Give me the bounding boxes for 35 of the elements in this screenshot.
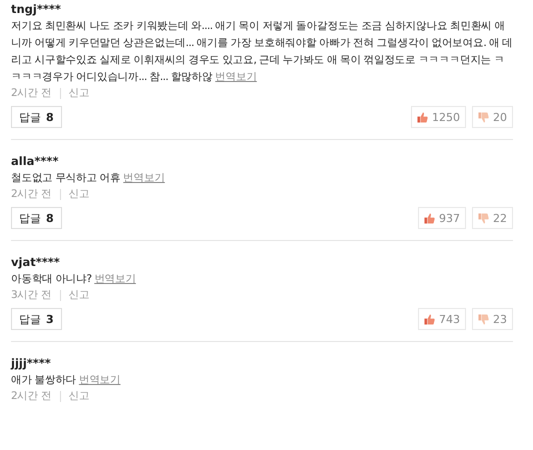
comment-text: 저기요 최민환씨 나도 조카 키워봤는데 와.... 애기 목이 저렇게 돌아갈정도는 조금 심하지않나요 최민환씨 애니까 어떻게 키우던말던 상관은없는데... 애기를 가장 보호해줘야할 아빠가 전혀 그럴생각이 없어보여요. 애 데리고 시구할수있죠 실제로 이휘재씨의 경우도 있고요, 근데 누가봐도 애 목이 꺾일정도로 ㅋㅋㅋㅋ던지는 ㅋㅋㅋㅋ경우가 어디있습니까... 참... 할많하않 번역보기 [11, 19, 513, 85]
username: alla**** [11, 154, 60, 168]
report-link[interactable]: 신고 [68, 389, 90, 403]
translate-link[interactable]: 번역보기 [123, 172, 165, 184]
like-button[interactable]: 743 [418, 308, 466, 330]
username: tngj**** [11, 2, 62, 16]
thumbs-down-icon [478, 314, 489, 324]
like-button[interactable]: 1250 [411, 106, 466, 128]
reply-button[interactable]: 답글 8 [11, 106, 62, 128]
reply-button[interactable]: 답글 8 [11, 207, 62, 229]
thumbs-down-icon [478, 112, 489, 122]
report-link[interactable]: 신고 [68, 187, 90, 201]
report-link[interactable]: 신고 [68, 86, 90, 100]
username: jjjj**** [11, 356, 52, 370]
comment-text: 철도없고 무식하고 어휴 번역보기 [11, 171, 166, 186]
thumbs-down-icon [478, 212, 489, 224]
comment-text: 아동학대 아니냐? 번역보기 [11, 272, 137, 287]
timestamp: 2시간 전 [11, 187, 52, 201]
username: vjat**** [11, 255, 61, 269]
thumbs-up-icon [424, 212, 435, 224]
dislike-button[interactable]: 20 [472, 106, 513, 128]
translate-link[interactable]: 번역보기 [78, 374, 120, 386]
comment-text: 애가 불쌍하다 번역보기 [11, 373, 122, 388]
like-button[interactable]: 937 [418, 207, 466, 229]
report-link[interactable]: 신고 [68, 288, 90, 302]
timestamp: 2시간 전 [11, 389, 52, 403]
timestamp: 2시간 전 [11, 86, 52, 100]
reply-button[interactable]: 답글 3 [11, 308, 62, 330]
translate-link[interactable]: 번역보기 [94, 273, 136, 285]
dislike-button[interactable]: 23 [472, 308, 513, 330]
thumbs-up-icon [417, 112, 428, 122]
translate-link[interactable]: 번역보기 [215, 71, 257, 83]
dislike-button[interactable]: 22 [472, 207, 513, 229]
thumbs-up-icon [424, 314, 435, 324]
timestamp: 3시간 전 [11, 288, 52, 302]
